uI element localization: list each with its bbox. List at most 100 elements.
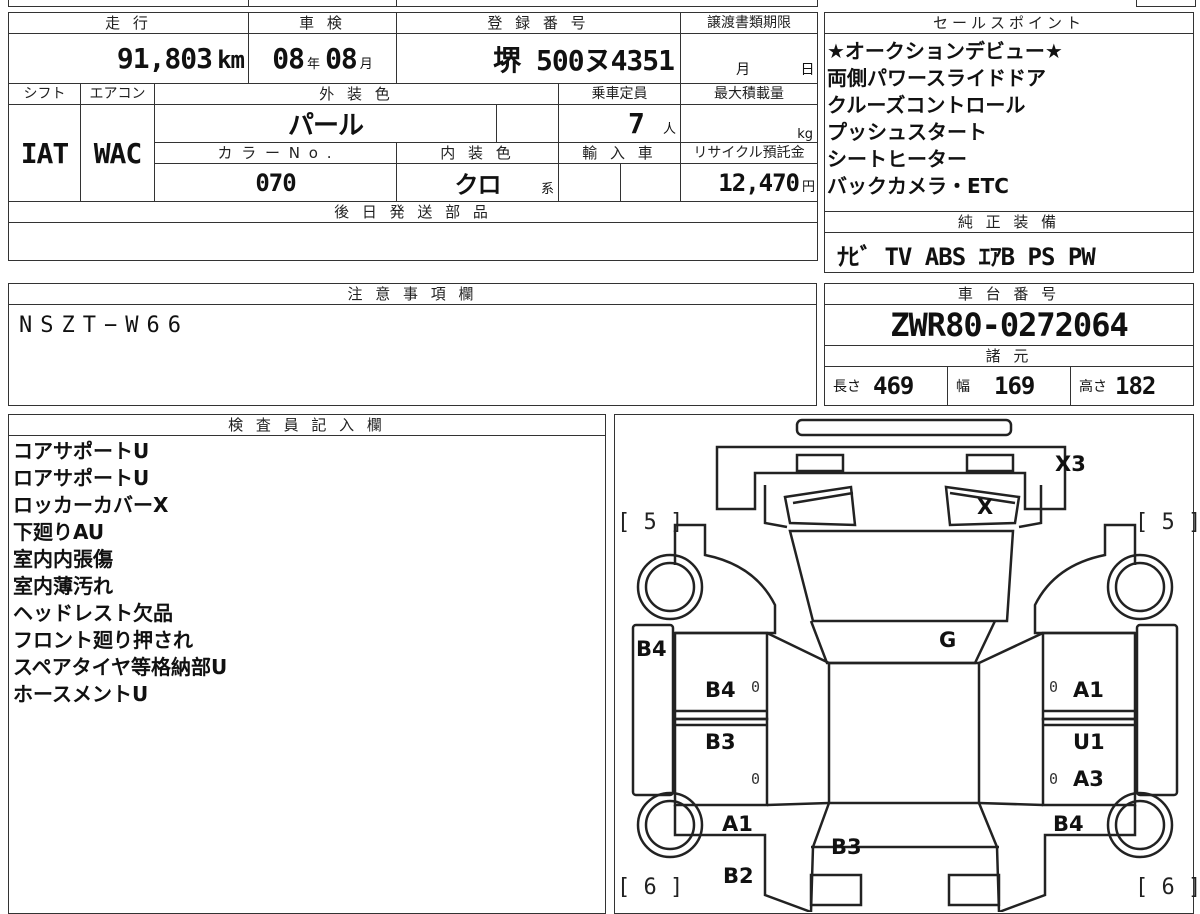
equipment-box: 純 正 装 備 ﾅﾋﾞ TV ABS ｴｱB PS PW bbox=[824, 211, 1194, 273]
rear-lamp-left bbox=[809, 873, 863, 907]
exterior-header: 外 装 色 bbox=[153, 83, 560, 105]
tire-fl-tread: [ 5 ] bbox=[617, 510, 684, 535]
color-no-value: 070 bbox=[255, 168, 296, 197]
tire-rl-tread: [ 6 ] bbox=[617, 875, 684, 900]
label-b2-left: B2 bbox=[723, 864, 754, 888]
spec-length: 長さ 469 bbox=[825, 367, 948, 405]
roof bbox=[827, 661, 981, 805]
registration-header: 登 録 番 号 bbox=[396, 12, 682, 34]
zero-mark-2: 0 bbox=[751, 770, 761, 788]
inspector-note-item: ホースメントU bbox=[13, 682, 149, 706]
recycle-value: 12,470 bbox=[718, 168, 800, 197]
inspector-note-item: フロント廻り押され bbox=[13, 628, 193, 652]
label-a1-right: A1 bbox=[1073, 678, 1104, 702]
sales-point-item: クルーズコントロール bbox=[827, 93, 1026, 117]
sales-point-item: 両側パワースライドドア bbox=[827, 66, 1046, 90]
label-x3: X3 bbox=[1055, 452, 1086, 476]
exterior-cell: パール bbox=[153, 104, 498, 143]
top-remnant-4 bbox=[1136, 0, 1196, 7]
tire-rr-value: 6 bbox=[1161, 875, 1175, 900]
inspector-note-item: ロアサポートU bbox=[13, 466, 150, 490]
zero-mark-3: 0 bbox=[1049, 678, 1059, 696]
later-parts-cell bbox=[7, 222, 819, 261]
label-g: G bbox=[939, 628, 957, 652]
interior-unit: 系 bbox=[541, 182, 555, 197]
maxload-cell: kg bbox=[680, 104, 819, 143]
top-remnant-3 bbox=[396, 0, 818, 7]
capacity-cell: 7 人 bbox=[558, 104, 682, 143]
interior-cell: クロ 系 bbox=[396, 163, 560, 202]
spec-width: 幅 169 bbox=[948, 367, 1071, 405]
front-bumper-outline bbox=[795, 418, 1013, 437]
aircon-value: WAC bbox=[93, 136, 143, 170]
label-a3-right: A3 bbox=[1073, 767, 1104, 791]
height-value: 182 bbox=[1115, 372, 1156, 400]
height-label: 高さ bbox=[1079, 379, 1107, 395]
notes-value: NSZT−W66 bbox=[19, 313, 189, 338]
transfer-cell: 月 日 bbox=[680, 33, 819, 84]
inspector-note-item: ヘッドレスト欠品 bbox=[13, 601, 173, 625]
capacity-unit: 人 bbox=[663, 122, 677, 137]
color-no-cell: 070 bbox=[153, 163, 398, 202]
sales-point-item: ★オークションデビュー★ bbox=[827, 39, 1063, 63]
tire-rl-value: 6 bbox=[643, 875, 657, 900]
spec-height: 高さ 182 bbox=[1071, 367, 1193, 405]
inspection-header: 車 検 bbox=[248, 12, 398, 34]
maxload-unit: kg bbox=[797, 127, 814, 142]
chassis-box: 車 台 番 号 ZWR80-0272064 諸 元 長さ 469 幅 169 高… bbox=[824, 283, 1194, 406]
windshield bbox=[788, 529, 1015, 623]
exterior-sub-cell bbox=[496, 104, 560, 143]
label-b4-door: B4 bbox=[705, 678, 736, 702]
tire-rear-left bbox=[636, 791, 704, 859]
capacity-header: 乗車定員 bbox=[558, 83, 682, 105]
right-front-door bbox=[1041, 631, 1137, 721]
chassis-number: ZWR80-0272064 bbox=[890, 306, 1128, 344]
specs-header: 諸 元 bbox=[825, 346, 1193, 367]
capacity-value: 7 bbox=[628, 107, 645, 140]
shift-header: シフト bbox=[8, 83, 81, 105]
tire-fl-value: 5 bbox=[643, 510, 657, 535]
sales-point-item: シートヒーター bbox=[827, 147, 967, 171]
sales-points-list: ★オークションデビュー★ 両側パワースライドドア クルーズコントロール プッシュスター… bbox=[825, 34, 1193, 200]
inspector-list: コアサポートU ロアサポートU ロッカーカバーX 下廻りAU 室内内張傷 室内薄汚れ ヘッド… bbox=[9, 436, 605, 708]
top-remnant-2 bbox=[248, 0, 398, 7]
roof-front bbox=[809, 620, 997, 665]
import-cell-1 bbox=[558, 163, 622, 202]
import-cell-2 bbox=[620, 163, 682, 202]
vehicle-info-table: 走 行 車 検 登 録 番 号 譲渡書類期限 91,803 km 08 年 08 月… bbox=[7, 12, 819, 261]
shift-cell: IAT bbox=[8, 104, 81, 202]
mileage-unit: km bbox=[217, 46, 245, 74]
equipment-header: 純 正 装 備 bbox=[825, 212, 1193, 233]
right-front-fender bbox=[1033, 523, 1137, 635]
inspection-year: 08 bbox=[272, 42, 305, 75]
registration-value: 堺 500ヌ4351 bbox=[493, 43, 675, 77]
width-label: 幅 bbox=[956, 379, 970, 395]
equipment-value: ﾅﾋﾞ TV ABS ｴｱB PS PW bbox=[837, 243, 1096, 271]
sales-point-item: バックカメラ・ETC bbox=[827, 174, 1009, 198]
inspector-note-item: コアサポートU bbox=[13, 439, 150, 463]
label-b4-right: B4 bbox=[1053, 812, 1084, 836]
sales-points-box: セールスポイント ★オークションデビュー★ 両側パワースライドドア クルーズコントロ… bbox=[824, 12, 1194, 212]
inspection-cell: 08 年 08 月 bbox=[248, 33, 398, 84]
maxload-header: 最大積載量 bbox=[680, 83, 819, 105]
damage-diagram-box: X3 X G B4 B4 A1 B3 U1 A3 A1 B4 B3 B2 0 0… bbox=[614, 414, 1200, 914]
inspector-note-item: 室内薄汚れ bbox=[13, 574, 113, 598]
sales-point-item: プッシュスタート bbox=[827, 120, 987, 144]
shift-value: IAT bbox=[20, 136, 70, 170]
width-value: 169 bbox=[994, 372, 1035, 400]
left-front-fender bbox=[673, 523, 777, 635]
chassis-number-cell: ZWR80-0272064 bbox=[825, 305, 1193, 346]
notes-box: 注 意 事 項 欄 NSZT−W66 bbox=[8, 283, 817, 406]
inspector-box: 検 査 員 記 入 欄 コアサポートU ロアサポートU ロッカーカバーX 下廻りAU 室… bbox=[8, 414, 606, 914]
recycle-unit: 円 bbox=[802, 179, 816, 195]
front-lamp-left bbox=[783, 485, 857, 527]
recycle-header: リサイクル預託金 bbox=[680, 142, 819, 164]
length-value: 469 bbox=[873, 372, 914, 400]
sales-points-header: セールスポイント bbox=[825, 13, 1193, 34]
chassis-header: 車 台 番 号 bbox=[825, 284, 1193, 305]
inspector-note-item: 室内内張傷 bbox=[13, 547, 113, 571]
top-remnant-1 bbox=[8, 0, 250, 7]
zero-mark-4: 0 bbox=[1049, 770, 1059, 788]
label-a1-left: A1 bbox=[722, 812, 753, 836]
import-header: 輸 入 車 bbox=[558, 142, 682, 164]
